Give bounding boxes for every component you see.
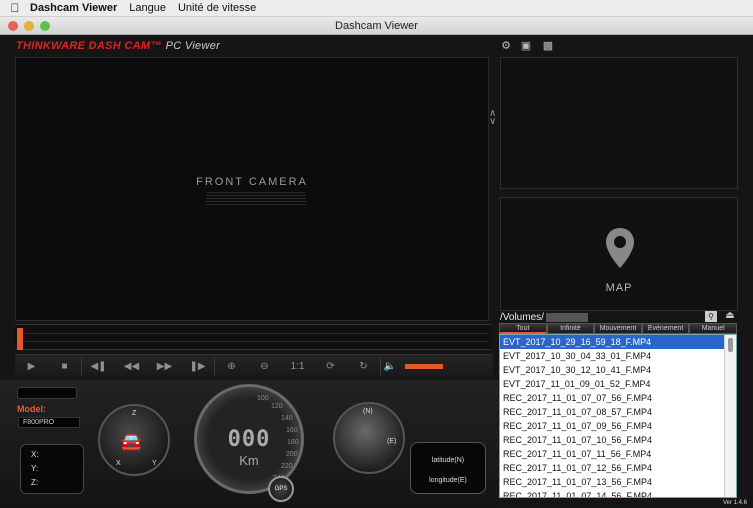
file-list-item[interactable]: REC_2017_11_01_07_11_56_F.MP4 bbox=[500, 447, 736, 461]
rewind-button[interactable]: ◀◀ bbox=[115, 355, 148, 379]
camera-notice-text bbox=[206, 192, 306, 206]
car-icon: 🚘 bbox=[120, 432, 143, 452]
map-label: MAP bbox=[605, 282, 633, 294]
menu-app-name[interactable]: Dashcam Viewer bbox=[30, 2, 117, 14]
volume-icon[interactable]: 🔈 bbox=[381, 355, 399, 379]
x-label: X: bbox=[31, 450, 39, 459]
play-button[interactable]: ▶ bbox=[15, 355, 48, 379]
front-camera-view[interactable]: FRONT CAMERA bbox=[15, 57, 489, 321]
file-browser: /Volumes/ ⚲ ⏏ Tout Infinité Mouvement Év… bbox=[499, 310, 741, 504]
file-list-item[interactable]: REC_2017_11_01_07_09_56_F.MP4 bbox=[500, 419, 736, 433]
file-filter-tabs: Tout Infinité Mouvement Événement Manuel bbox=[499, 323, 737, 334]
search-icon[interactable]: ⚲ bbox=[705, 311, 717, 322]
eject-icon[interactable]: ⏏ bbox=[723, 310, 737, 322]
path-volume-name bbox=[545, 312, 588, 322]
file-list-item[interactable]: EVT_2017_10_29_16_59_18_F.MP4 bbox=[500, 335, 736, 349]
next-file-button[interactable]: ❚▶ bbox=[181, 355, 214, 379]
zoom-out-button[interactable]: ⊖ bbox=[248, 355, 281, 379]
file-list-item[interactable]: EVT_2017_11_01_09_01_52_F.MP4 bbox=[500, 377, 736, 391]
tab-evenement[interactable]: Événement bbox=[641, 323, 690, 334]
dashboard-panel: Model: F800PRO Z X Y 🚘 X: Y: Z: 100 120 … bbox=[0, 380, 498, 508]
tab-infinite[interactable]: Infinité bbox=[546, 323, 595, 334]
stop-button[interactable]: ■ bbox=[48, 355, 81, 379]
file-list-item[interactable]: REC_2017_11_01_07_08_57_F.MP4 bbox=[500, 405, 736, 419]
open-folder-icon[interactable]: ▣ bbox=[520, 41, 532, 52]
close-window-button[interactable] bbox=[8, 21, 18, 31]
tab-manuel[interactable]: Manuel bbox=[689, 323, 737, 334]
gps-button[interactable]: GPS bbox=[268, 476, 294, 502]
map-pin-icon bbox=[606, 228, 634, 268]
timeline-track bbox=[25, 341, 489, 342]
accelerometer-gauge: Z X Y 🚘 bbox=[98, 404, 170, 476]
compass-east: (E) bbox=[387, 438, 397, 445]
model-value: F800PRO bbox=[18, 417, 80, 428]
timeline-bar[interactable] bbox=[15, 324, 491, 350]
menu-unite-vitesse[interactable]: Unité de vitesse bbox=[178, 2, 256, 14]
brand-product: PC Viewer bbox=[165, 40, 221, 52]
actual-size-button[interactable]: 1:1 bbox=[281, 355, 314, 379]
model-label: Model: bbox=[17, 404, 46, 414]
window-titlebar: Dashcam Viewer bbox=[0, 17, 753, 35]
window-title: Dashcam Viewer bbox=[335, 20, 418, 32]
volume-slider[interactable] bbox=[405, 364, 443, 369]
file-list-scrollbar[interactable] bbox=[724, 335, 736, 497]
speed-unit: Km bbox=[239, 453, 259, 468]
rotate-button[interactable]: ⟳ bbox=[314, 355, 347, 379]
status-display bbox=[17, 387, 77, 399]
compass-gauge: (N) (E) bbox=[333, 402, 405, 474]
file-list-item[interactable]: REC_2017_11_01_07_07_56_F.MP4 bbox=[500, 391, 736, 405]
app-window: THINKWARE DASH CAM™ PC Viewer ⚙ ▣ ▩ FRONT… bbox=[0, 35, 753, 508]
file-list: EVT_2017_10_29_16_59_18_F.MP4 EVT_2017_1… bbox=[499, 334, 737, 498]
fast-forward-button[interactable]: ▶▶ bbox=[148, 355, 181, 379]
tab-mouvement[interactable]: Mouvement bbox=[594, 323, 642, 334]
previous-file-button[interactable]: ◀❚ bbox=[82, 355, 115, 379]
accel-z-label: Z bbox=[132, 410, 137, 417]
speed-tick: 120 bbox=[271, 403, 283, 410]
map-panel[interactable]: MAP bbox=[500, 197, 738, 311]
compass-north: (N) bbox=[363, 408, 373, 415]
scrollbar-thumb[interactable] bbox=[728, 338, 733, 352]
zoom-in-button[interactable]: ⊕ bbox=[215, 355, 248, 379]
menu-langue[interactable]: Langue bbox=[129, 2, 166, 14]
minimize-window-button[interactable] bbox=[24, 21, 34, 31]
latitude-label: latitude(N) bbox=[431, 457, 465, 464]
z-label: Z: bbox=[31, 478, 39, 487]
brand-name: THINKWARE DASH CAM™ bbox=[16, 40, 162, 52]
folder-path: /Volumes/ bbox=[500, 312, 720, 323]
timeline-track bbox=[25, 333, 489, 334]
brand-logo: THINKWARE DASH CAM™ PC Viewer bbox=[16, 40, 220, 52]
collapse-panel-chevron-icon[interactable]: ∧ ∨ bbox=[489, 109, 499, 127]
accel-x-label: X bbox=[116, 460, 121, 467]
front-camera-label: FRONT CAMERA bbox=[196, 176, 308, 188]
file-list-item[interactable]: EVT_2017_10_30_12_10_41_F.MP4 bbox=[500, 363, 736, 377]
playback-controls: ▶ ■ ◀❚ ◀◀ ▶▶ ❚▶ ⊕ ⊖ 1:1 ⟳ ↻ 🔈 bbox=[15, 354, 493, 378]
accel-y-label: Y bbox=[152, 460, 157, 467]
latlon-readout: latitude(N) longitude(E) bbox=[410, 442, 486, 494]
tab-tout[interactable]: Tout bbox=[499, 323, 547, 334]
settings-gear-icon[interactable]: ⚙ bbox=[500, 41, 512, 52]
path-text: /Volumes/ bbox=[500, 312, 544, 323]
apple-icon[interactable]:  bbox=[0, 1, 30, 15]
file-list-item[interactable]: EVT_2017_10_30_04_33_01_F.MP4 bbox=[500, 349, 736, 363]
speed-value: 000 bbox=[227, 427, 271, 452]
refresh-button[interactable]: ↻ bbox=[347, 355, 380, 379]
longitude-label: longitude(E) bbox=[429, 477, 467, 484]
file-list-item[interactable]: REC_2017_11_01_07_13_56_F.MP4 bbox=[500, 475, 736, 489]
y-label: Y: bbox=[31, 464, 39, 473]
menu-bar:  Dashcam Viewer Langue Unité de vitesse bbox=[0, 0, 753, 17]
file-list-item[interactable]: REC_2017_11_01_07_14_56_F.MP4 bbox=[500, 489, 736, 497]
print-icon[interactable]: ▩ bbox=[542, 41, 554, 52]
zoom-window-button[interactable] bbox=[40, 21, 50, 31]
speed-tick: 140 bbox=[281, 415, 293, 422]
timeline-marker[interactable] bbox=[17, 328, 23, 350]
file-list-item[interactable]: REC_2017_11_01_07_10_56_F.MP4 bbox=[500, 433, 736, 447]
xyz-readout: X: Y: Z: bbox=[20, 444, 84, 494]
speed-tick: 100 bbox=[257, 395, 269, 402]
version-label: Ver 1.4.6 bbox=[723, 500, 748, 506]
file-list-item[interactable]: REC_2017_11_01_07_12_56_F.MP4 bbox=[500, 461, 736, 475]
rear-camera-view[interactable] bbox=[500, 57, 738, 189]
